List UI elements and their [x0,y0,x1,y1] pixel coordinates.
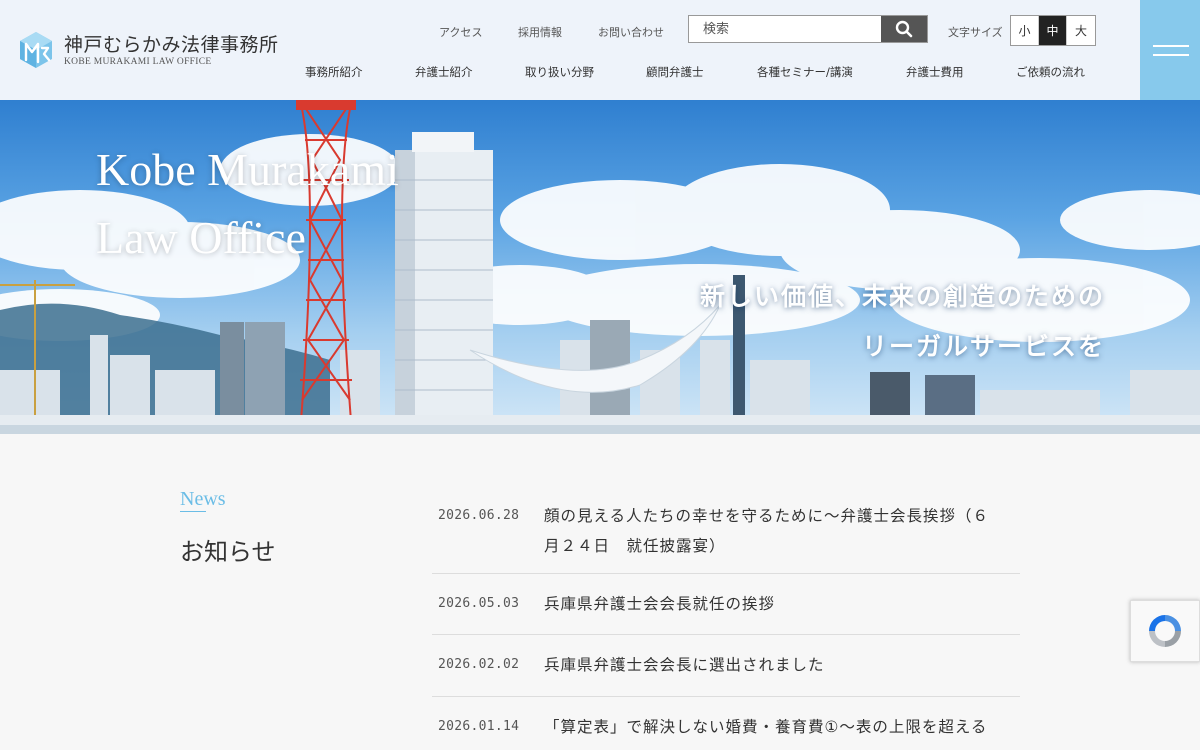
hero-title-line1: Kobe Murakami [96,144,399,195]
news-heading-jp: お知らせ [180,538,276,566]
news-title[interactable]: 顔の見える人たちの幸せを守るために～弁護士会長挨拶（６ 月２４日 就任披露宴） [544,501,1020,561]
news-heading-en: News [180,488,226,510]
nav-office[interactable]: 事務所紹介 [305,64,363,80]
nav-practice-areas[interactable]: 取り扱い分野 [525,64,594,80]
news-item[interactable]: 2026.01.14 「算定表」で解決しない婚費・養育費①～表の上限を超える [432,697,1020,750]
hamburger-menu-button[interactable] [1140,0,1200,100]
hero-title-line2: Law Office [96,212,306,263]
logo-mark-icon [20,32,52,68]
news-title-line: 月２４日 就任披露宴） [544,537,726,555]
news-title[interactable]: 兵庫県弁護士会会長就任の挨拶 [544,589,1020,619]
nav-lawyers[interactable]: 弁護士紹介 [415,64,473,80]
site-header: 神戸むらかみ法律事務所 KOBE MURAKAMI LAW OFFICE アクセ… [0,0,1200,100]
news-item[interactable]: 2026.06.28 顔の見える人たちの幸せを守るために～弁護士会長挨拶（６ 月… [432,495,1020,574]
search-input[interactable] [689,16,881,42]
news-title-line: 顔の見える人たちの幸せを守るために～弁護士会長挨拶（６ [544,507,990,525]
search-button[interactable] [881,16,927,42]
news-title[interactable]: 兵庫県弁護士会会長に選出されました [544,650,1020,680]
hero-catch-line1: 新しい価値、未来の創造のための [699,282,1105,311]
hamburger-menu-icon-line [1153,54,1189,56]
news-date: 2026.05.03 [438,596,520,611]
news-item[interactable]: 2026.02.02 兵庫県弁護士会会長に選出されました [432,635,1020,697]
font-size-small-button[interactable]: 小 [1011,16,1039,45]
news-item[interactable]: 2026.05.03 兵庫県弁護士会会長就任の挨拶 [432,574,1020,635]
recaptcha-badge[interactable] [1130,600,1200,662]
hero-catch-line2: リーガルサービスを [861,332,1105,361]
site-logo[interactable]: 神戸むらかみ法律事務所 KOBE MURAKAMI LAW OFFICE [18,30,279,70]
recaptcha-icon [1149,615,1181,647]
recruit-link[interactable]: 採用情報 [518,24,562,40]
news-heading-underline [180,511,206,512]
search-icon [895,20,913,38]
font-size-large-button[interactable]: 大 [1067,16,1095,45]
font-size-switcher: 小 中 大 [1010,15,1096,46]
access-link[interactable]: アクセス [439,24,482,40]
nav-seminars[interactable]: 各種セミナー/講演 [757,64,853,80]
hero-catchphrase: 新しい価値、未来の創造のための リーガルサービスを [700,272,1105,372]
news-date: 2026.02.02 [438,657,520,672]
nav-advisory-counsel[interactable]: 顧問弁護士 [646,64,704,80]
font-size-medium-button[interactable]: 中 [1039,16,1067,45]
logo-name-en: KOBE MURAKAMI LAW OFFICE [64,56,212,67]
hero-title: Kobe Murakami Law Office [96,136,399,272]
nav-fees[interactable]: 弁護士費用 [906,64,964,80]
contact-link[interactable]: お問い合わせ [598,24,664,40]
nav-process[interactable]: ご依頼の流れ [1016,64,1085,80]
news-date: 2026.06.28 [438,508,520,523]
search-form [688,15,928,43]
hamburger-menu-icon [1153,45,1189,47]
news-list: 2026.06.28 顔の見える人たちの幸せを守るために～弁護士会長挨拶（６ 月… [432,495,1020,750]
logo-name-jp: 神戸むらかみ法律事務所 [64,33,279,56]
hero-banner: Kobe Murakami Law Office 新しい価値、未来の創造のための… [0,100,1200,434]
news-date: 2026.01.14 [438,719,520,734]
font-size-label: 文字サイズ [948,26,1003,39]
news-title[interactable]: 「算定表」で解決しない婚費・養育費①～表の上限を超える [544,712,1020,742]
